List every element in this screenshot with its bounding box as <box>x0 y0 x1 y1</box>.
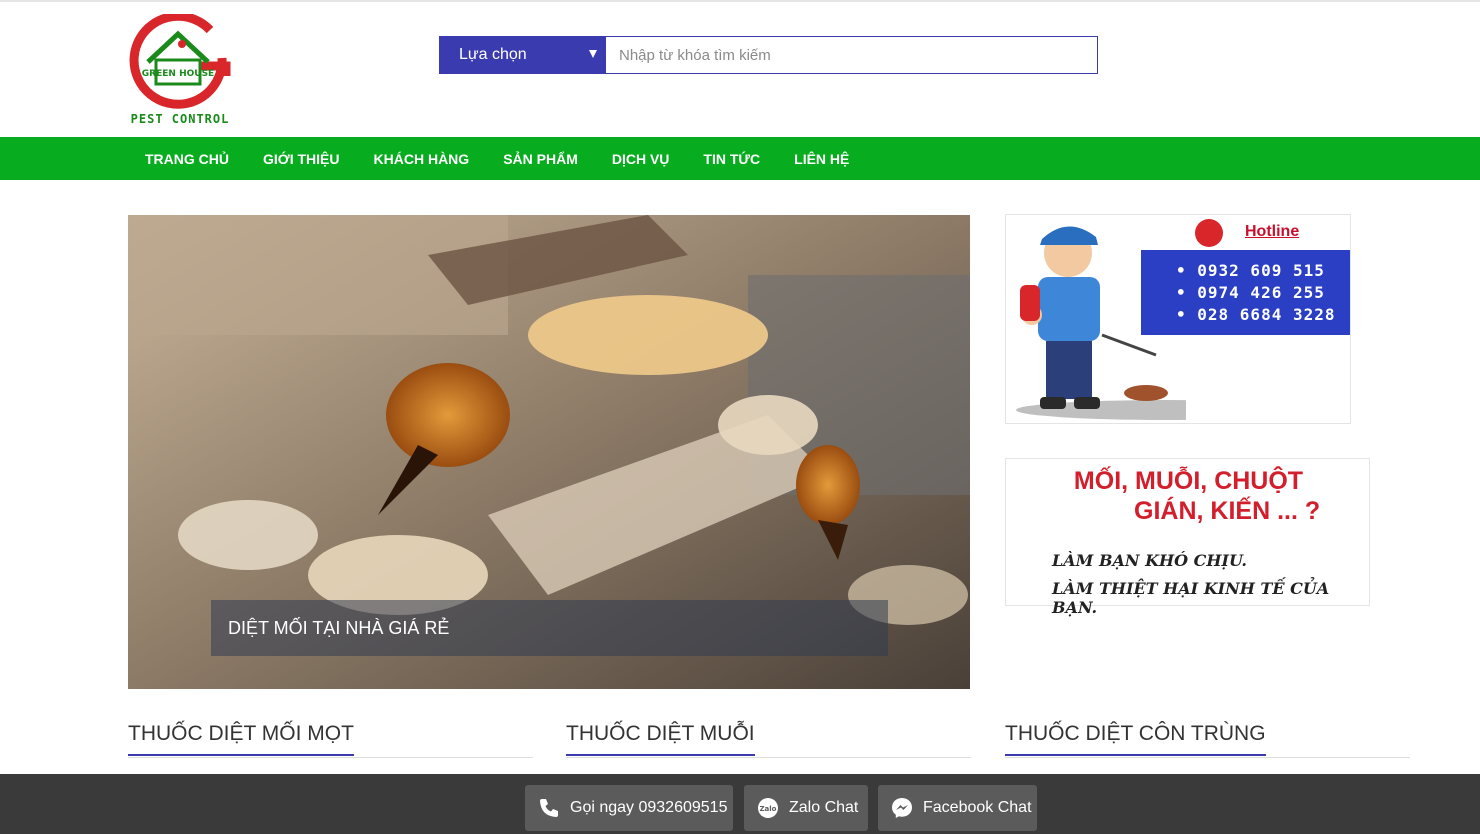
logo-subtitle: PEST CONTROL <box>130 112 230 126</box>
search-select-label: Lựa chọn <box>459 46 527 63</box>
nav-item-contact[interactable]: LIÊN HỆ <box>777 137 866 180</box>
phone-icon <box>540 799 558 817</box>
phone-icon <box>1195 219 1223 247</box>
nav-item-home[interactable]: TRANG CHỦ <box>128 137 246 180</box>
zalo-chat-label: Zalo Chat <box>789 799 859 816</box>
zalo-chat-button[interactable]: Zalo Zalo Chat <box>744 785 868 831</box>
search-input[interactable] <box>606 37 1097 73</box>
section-title[interactable]: THUỐC DIỆT CÔN TRÙNG <box>1005 722 1266 756</box>
search-bar: Lựa chọn <box>439 36 1098 74</box>
section-mosquito-products: THUỐC DIỆT MUỖI <box>566 720 971 758</box>
contact-bar: Gọi ngay 0932609515 Zalo Zalo Chat Faceb… <box>0 774 1480 834</box>
section-insect-products: THUỐC DIỆT CÔN TRÙNG <box>1005 720 1410 758</box>
hotline-phone-1[interactable]: • 0932 609 515 <box>1176 261 1325 280</box>
slide-caption[interactable]: DIỆT MỐI TẠI NHÀ GIÁ RẺ <box>211 600 888 656</box>
section-termite-products: THUỐC DIỆT MỐI MỌT <box>128 720 533 758</box>
section-title[interactable]: THUỐC DIỆT MỐI MỌT <box>128 722 354 756</box>
nav-item-news[interactable]: TIN TỨC <box>686 137 777 180</box>
facebook-chat-button[interactable]: Facebook Chat <box>878 785 1037 831</box>
search-category-select[interactable]: Lựa chọn <box>440 37 606 73</box>
hotline-phone-3[interactable]: • 028 6684 3228 <box>1176 305 1336 324</box>
house-g-logo-icon: GREEN HOUSE <box>129 11 231 109</box>
slide-caption-text: DIỆT MỐI TẠI NHÀ GIÁ RẺ <box>228 618 450 638</box>
site-logo[interactable]: GREEN HOUSE PEST CONTROL <box>126 11 234 130</box>
promo-banner[interactable]: MỐI, MUỖI, CHUỘT GIÁN, KIẾN ... ? LÀM BẠ… <box>1005 458 1370 617</box>
call-now-label: Gọi ngay 0932609515 <box>570 799 728 816</box>
section-title[interactable]: THUỐC DIỆT MUỖI <box>566 722 755 756</box>
promo-line-1: MỐI, MUỖI, CHUỘT <box>1073 467 1304 495</box>
promo-line-2: GIÁN, KIẾN ... ? <box>1134 497 1321 525</box>
call-now-button[interactable]: Gọi ngay 0932609515 <box>525 785 733 831</box>
promo-line-3: LÀM BẠN KHÓ CHỊU. <box>1052 551 1247 570</box>
svg-text:Zalo: Zalo <box>759 805 776 813</box>
hero-slider[interactable]: DIỆT MỐI TẠI NHÀ GIÁ RẺ <box>128 215 970 689</box>
top-border <box>0 0 1480 2</box>
messenger-icon <box>892 798 912 818</box>
facebook-chat-label: Facebook Chat <box>923 799 1032 816</box>
zalo-icon: Zalo <box>758 798 778 818</box>
nav-item-products[interactable]: SẢN PHẨM <box>486 137 595 180</box>
nav-item-customers[interactable]: KHÁCH HÀNG <box>357 137 487 180</box>
chevron-down-icon <box>589 50 597 58</box>
nav-item-services[interactable]: DỊCH VỤ <box>595 137 687 180</box>
logo-name: GREEN HOUSE <box>142 69 214 79</box>
promo-line-4: LÀM THIỆT HẠI KINH TẾ CỦA BẠN. <box>1052 579 1330 617</box>
main-nav: TRANG CHỦ GIỚI THIỆU KHÁCH HÀNG SẢN PHẨM… <box>0 137 1480 180</box>
hotline-banner[interactable]: Hotline • 0932 609 515 • 0974 426 255 • … <box>1005 214 1351 424</box>
nav-item-about[interactable]: GIỚI THIỆU <box>246 137 357 180</box>
hotline-label: Hotline <box>1245 223 1300 240</box>
hotline-phone-2[interactable]: • 0974 426 255 <box>1176 283 1325 302</box>
